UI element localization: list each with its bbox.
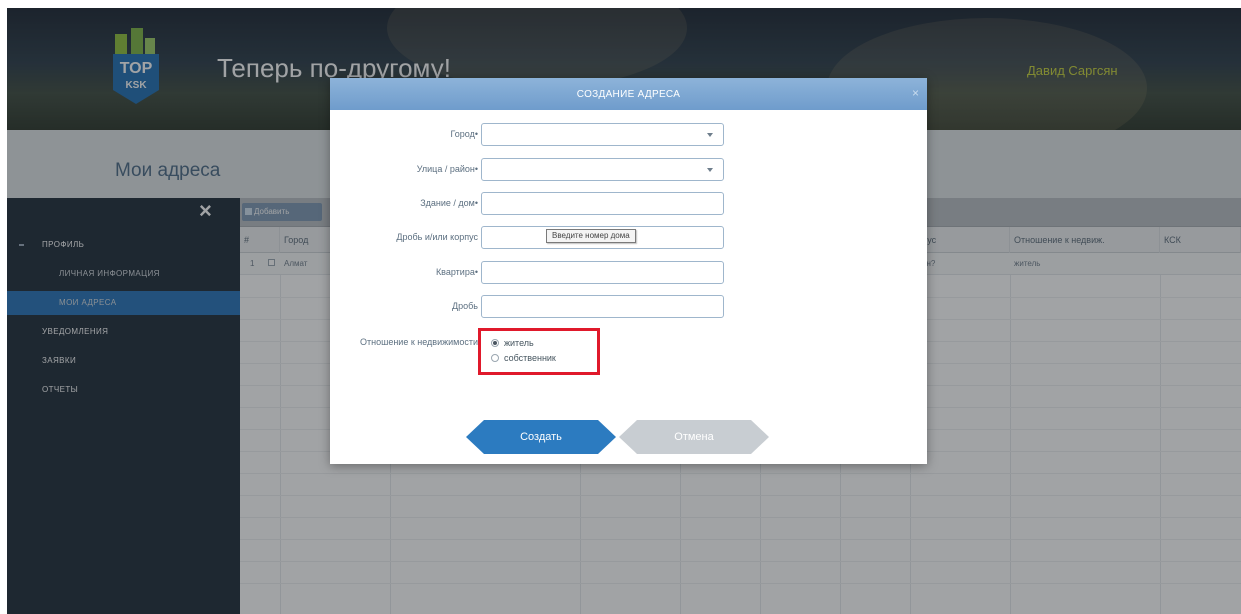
radio-unchecked-icon — [491, 353, 499, 362]
chevron-down-icon — [707, 168, 713, 172]
street-label: Улица / район• — [416, 164, 478, 174]
radio-resident-label: житель — [504, 338, 534, 348]
building-label: Здание / дом• — [420, 198, 478, 208]
street-select[interactable] — [481, 158, 724, 181]
city-label: Город• — [450, 129, 479, 139]
create-button[interactable]: Создать — [466, 420, 616, 454]
app-window: TOP KSK Теперь по-другому! Давид Саргсян… — [7, 8, 1241, 614]
city-select[interactable] — [481, 123, 724, 146]
fraction-corpus-label: Дробь и/или корпус — [396, 232, 478, 242]
dialog-header[interactable]: СОЗДАНИЕ АДРЕСА × — [330, 78, 927, 110]
building-input[interactable] — [481, 192, 724, 215]
apartment-input[interactable] — [481, 261, 724, 284]
city-row: Город• — [330, 123, 927, 147]
chevron-down-icon — [707, 133, 713, 137]
cancel-button[interactable]: Отмена — [619, 420, 769, 454]
radio-owner-label: собственник — [504, 353, 556, 363]
building-row: Здание / дом• — [330, 192, 927, 216]
building-tooltip: Введите номер дома — [546, 229, 636, 243]
apartment-label: Квартира• — [435, 267, 478, 277]
radio-checked-icon — [491, 338, 499, 347]
close-icon[interactable]: × — [912, 86, 919, 100]
apartment-row: Квартира• — [330, 261, 927, 285]
relation-label: Отношение к недвижимости — [360, 337, 478, 347]
radio-resident[interactable]: житель — [491, 337, 534, 349]
fraction-label: Дробь — [452, 301, 478, 311]
fraction-input[interactable] — [481, 295, 724, 318]
dialog-title: СОЗДАНИЕ АДРЕСА — [576, 89, 681, 100]
create-address-dialog: СОЗДАНИЕ АДРЕСА × Город• Улица / район• … — [330, 78, 927, 464]
fraction-row: Дробь — [330, 295, 927, 319]
street-row: Улица / район• — [330, 158, 927, 182]
relation-radio-group: житель собственник — [478, 328, 600, 375]
radio-owner[interactable]: собственник — [491, 352, 556, 364]
